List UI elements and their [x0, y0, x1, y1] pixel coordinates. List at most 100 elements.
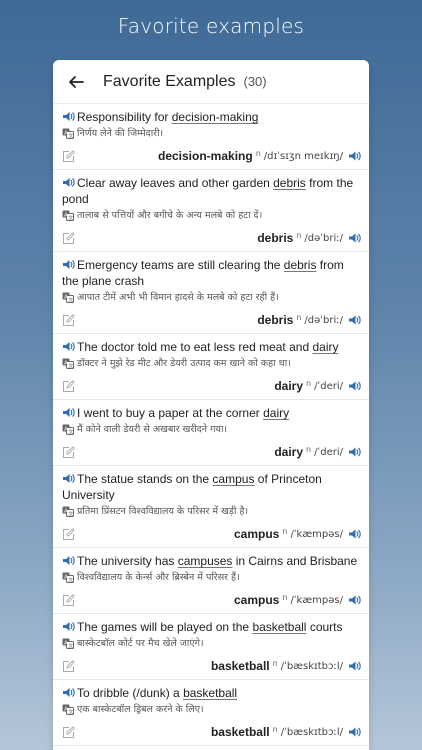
- word-info: decision-making n /dɪˈsɪʒn meɪkɪŋ/: [158, 149, 362, 163]
- translation-row: A 文 एक बास्केटबॉल ड्रिबल करने के लिए।: [62, 703, 362, 716]
- part-of-speech: n: [255, 148, 261, 158]
- edit-icon[interactable]: [62, 313, 75, 327]
- translate-icon: A 文: [62, 704, 74, 715]
- translate-icon: A 文: [62, 506, 74, 517]
- translation-text: मैं कोने वाली डेयरी से अखबार खरीदने गया।: [77, 424, 228, 435]
- part-of-speech: n: [306, 444, 312, 454]
- speaker-icon[interactable]: [348, 528, 362, 540]
- example-sentence: To dribble (/dunk) a basketball: [62, 685, 362, 701]
- word-row: basketball n /ˈbæskɪtbɔːl/: [62, 723, 362, 741]
- sentence-text: Responsibility for: [77, 110, 172, 124]
- translation-row: A 文 तालाब से पत्तियों और बगीचे के अन्य म…: [62, 209, 362, 222]
- word-row: debris n /dəˈbriː/: [62, 311, 362, 329]
- translate-icon: A 文: [62, 128, 74, 139]
- examples-list: Responsibility for decision-making A 文 न…: [53, 104, 369, 746]
- translation-text: निर्णय लेने की जिम्मेदारी।: [77, 128, 164, 139]
- headword[interactable]: dairy: [274, 379, 303, 393]
- svg-text:文: 文: [68, 510, 73, 517]
- edit-icon[interactable]: [62, 231, 75, 245]
- sentence-text: I went to buy a paper at the corner: [77, 406, 264, 420]
- pronunciation: /dəˈbriː/: [304, 314, 343, 326]
- headword[interactable]: debris: [257, 231, 293, 245]
- translation-text: विश्वविद्यालय के केर्न्स और ब्रिस्बेन मे…: [77, 572, 240, 583]
- speaker-icon[interactable]: [348, 232, 362, 244]
- example-item: The university has campuses in Cairns an…: [53, 548, 369, 614]
- speaker-icon[interactable]: [62, 341, 76, 352]
- example-item: Emergency teams are still clearing the d…: [53, 252, 369, 334]
- word-info: dairy n /ˈderi/: [274, 445, 362, 459]
- edit-icon[interactable]: [62, 527, 75, 541]
- speaker-icon[interactable]: [348, 594, 362, 606]
- speaker-icon[interactable]: [348, 314, 362, 326]
- speaker-icon[interactable]: [348, 660, 362, 672]
- example-sentence: Responsibility for decision-making: [62, 109, 362, 125]
- pronunciation: /ˈkæmpəs/: [290, 594, 343, 606]
- translate-icon: A 文: [62, 638, 74, 649]
- part-of-speech: n: [282, 592, 288, 602]
- speaker-icon[interactable]: [62, 407, 76, 418]
- word-row: debris n /dəˈbriː/: [62, 229, 362, 247]
- word-row: campus n /ˈkæmpəs/: [62, 525, 362, 543]
- speaker-icon[interactable]: [62, 687, 76, 698]
- svg-text:文: 文: [68, 132, 73, 139]
- part-of-speech: n: [272, 658, 278, 668]
- edit-icon[interactable]: [62, 659, 75, 673]
- sentence-text: The statue stands on the: [77, 472, 213, 486]
- pronunciation: /ˈkæmpəs/: [290, 528, 343, 540]
- word-row: dairy n /ˈderi/: [62, 443, 362, 461]
- pronunciation: /dɪˈsɪʒn meɪkɪŋ/: [263, 150, 343, 162]
- speaker-icon[interactable]: [62, 259, 76, 270]
- word-info: dairy n /ˈderi/: [274, 379, 362, 393]
- edit-icon[interactable]: [62, 445, 75, 459]
- speaker-icon[interactable]: [348, 150, 362, 162]
- headword[interactable]: dairy: [274, 445, 303, 459]
- translation-text: डॉक्टर ने मुझे रेड मीट और डेयरी उत्पाद क…: [77, 358, 291, 369]
- speaker-icon[interactable]: [348, 380, 362, 392]
- example-item: The statue stands on the campus of Princ…: [53, 466, 369, 548]
- speaker-icon[interactable]: [348, 446, 362, 458]
- example-sentence: I went to buy a paper at the corner dair…: [62, 405, 362, 421]
- speaker-icon[interactable]: [62, 555, 76, 566]
- speaker-icon[interactable]: [348, 726, 362, 738]
- back-button[interactable]: [65, 71, 87, 93]
- example-item: The games will be played on the basketba…: [53, 614, 369, 680]
- highlighted-word: dairy: [312, 340, 339, 354]
- headword[interactable]: debris: [257, 313, 293, 327]
- headword[interactable]: basketball: [211, 659, 270, 673]
- pronunciation: /ˈderi/: [314, 446, 343, 458]
- example-item: Responsibility for decision-making A 文 न…: [53, 104, 369, 170]
- word-row: decision-making n /dɪˈsɪʒn meɪkɪŋ/: [62, 147, 362, 165]
- edit-icon[interactable]: [62, 593, 75, 607]
- word-info: basketball n /ˈbæskɪtbɔːl/: [211, 725, 362, 739]
- headword[interactable]: basketball: [211, 725, 270, 739]
- edit-icon[interactable]: [62, 149, 75, 163]
- headword[interactable]: campus: [234, 593, 279, 607]
- example-sentence: The statue stands on the campus of Princ…: [62, 471, 362, 503]
- edit-icon[interactable]: [62, 379, 75, 393]
- word-info: campus n /ˈkæmpəs/: [234, 527, 362, 541]
- example-sentence: The doctor told me to eat less red meat …: [62, 339, 362, 355]
- pronunciation: /ˈbæskɪtbɔːl/: [280, 660, 343, 672]
- favorites-count: (30): [243, 74, 267, 89]
- highlighted-word: basketball: [252, 620, 307, 634]
- sentence-text: The university has: [77, 554, 178, 568]
- translation-row: A 文 विश्वविद्यालय के केर्न्स और ब्रिस्बे…: [62, 571, 362, 584]
- speaker-icon[interactable]: [62, 621, 76, 632]
- speaker-icon[interactable]: [62, 111, 76, 122]
- example-sentence: Clear away leaves and other garden debri…: [62, 175, 362, 207]
- translation-row: A 文 प्रतिमा प्रिंसटन विश्वविद्यालय के पर…: [62, 505, 362, 518]
- part-of-speech: n: [282, 526, 288, 536]
- highlighted-word: debris: [283, 258, 317, 272]
- headword[interactable]: campus: [234, 527, 279, 541]
- sentence-text: To dribble (/dunk) a: [77, 686, 184, 700]
- translation-row: A 文 बास्केटबॉल कोर्ट पर मैच खेले जाएंगे।: [62, 637, 362, 650]
- translation-text: एक बास्केटबॉल ड्रिबल करने के लिए।: [77, 704, 204, 715]
- speaker-icon[interactable]: [62, 177, 76, 188]
- headword[interactable]: decision-making: [158, 149, 253, 163]
- part-of-speech: n: [296, 230, 302, 240]
- edit-icon[interactable]: [62, 725, 75, 739]
- speaker-icon[interactable]: [62, 473, 76, 484]
- translate-icon: A 文: [62, 292, 74, 303]
- example-item: I went to buy a paper at the corner dair…: [53, 400, 369, 466]
- translation-row: A 文 निर्णय लेने की जिम्मेदारी।: [62, 127, 362, 140]
